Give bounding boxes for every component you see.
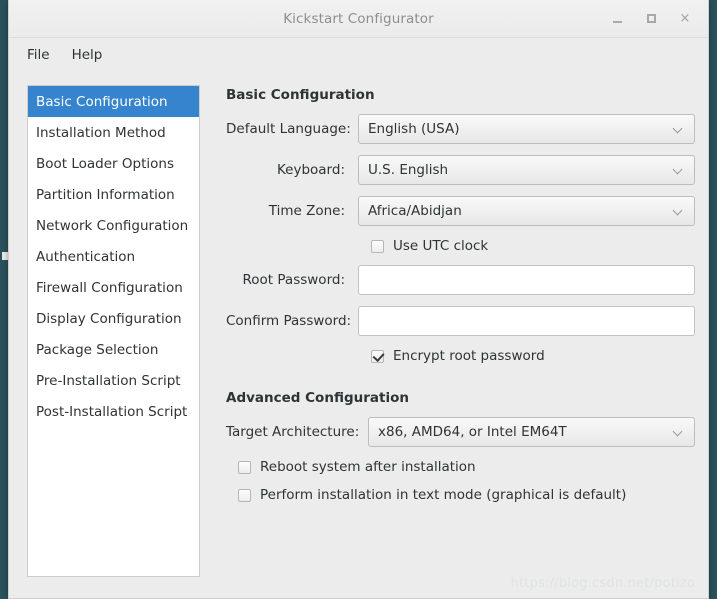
- encrypt-root-password-checkbox[interactable]: [371, 350, 384, 363]
- use-utc-clock-label: Use UTC clock: [393, 238, 488, 254]
- menu-bar: File Help: [9, 38, 708, 71]
- time-zone-label: Time Zone:: [226, 203, 358, 219]
- sidebar-item-label: Authentication: [36, 249, 135, 265]
- sidebar-item-package-selection[interactable]: Package Selection: [28, 334, 199, 365]
- target-architecture-value: x86, AMD64, or Intel EM64T: [378, 424, 674, 440]
- basic-configuration-heading: Basic Configuration: [226, 87, 695, 103]
- close-button[interactable]: ×: [668, 4, 702, 34]
- text-mode-installation-row[interactable]: Perform installation in text mode (graph…: [226, 487, 695, 503]
- reboot-after-installation-checkbox[interactable]: [238, 461, 251, 474]
- root-password-row: Root Password:: [226, 265, 695, 295]
- text-mode-installation-label: Perform installation in text mode (graph…: [260, 487, 626, 503]
- maximize-icon: [647, 14, 656, 23]
- use-utc-clock-checkbox[interactable]: [371, 240, 384, 253]
- keyboard-value: U.S. English: [368, 162, 674, 178]
- text-mode-installation-checkbox[interactable]: [238, 489, 251, 502]
- chevron-down-icon: [674, 427, 684, 437]
- title-bar[interactable]: Kickstart Configurator ×: [9, 0, 708, 38]
- navigation-list[interactable]: Basic Configuration Installation Method …: [27, 85, 200, 577]
- sidebar-item-pre-installation-script[interactable]: Pre-Installation Script: [28, 365, 199, 396]
- chevron-down-icon: [674, 124, 684, 134]
- time-zone-value: Africa/Abidjan: [368, 203, 674, 219]
- sidebar-item-installation-method[interactable]: Installation Method: [28, 117, 199, 148]
- chevron-down-icon: [674, 206, 684, 216]
- default-language-select[interactable]: English (USA): [358, 114, 695, 144]
- sidebar-item-label: Installation Method: [36, 125, 166, 141]
- sidebar-item-label: Post-Installation Script: [36, 404, 187, 420]
- time-zone-select[interactable]: Africa/Abidjan: [358, 196, 695, 226]
- default-language-label: Default Language:: [226, 121, 358, 137]
- root-password-label: Root Password:: [226, 272, 358, 288]
- confirm-password-input[interactable]: [358, 306, 695, 336]
- target-architecture-row: Target Architecture: x86, AMD64, or Inte…: [226, 417, 695, 447]
- content-area: Basic Configuration Installation Method …: [9, 71, 708, 598]
- sidebar-item-partition-information[interactable]: Partition Information: [28, 179, 199, 210]
- sidebar-item-label: Boot Loader Options: [36, 156, 174, 172]
- window-title: Kickstart Configurator: [283, 11, 434, 27]
- sidebar-item-label: Firewall Configuration: [36, 280, 183, 296]
- confirm-password-row: Confirm Password:: [226, 306, 695, 336]
- sidebar-item-label: Network Configuration: [36, 218, 188, 234]
- time-zone-row: Time Zone: Africa/Abidjan: [226, 196, 695, 226]
- root-password-input[interactable]: [358, 265, 695, 295]
- sidebar-item-label: Pre-Installation Script: [36, 373, 181, 389]
- keyboard-select[interactable]: U.S. English: [358, 155, 695, 185]
- sidebar-item-display-configuration[interactable]: Display Configuration: [28, 303, 199, 334]
- sidebar-item-firewall-configuration[interactable]: Firewall Configuration: [28, 272, 199, 303]
- sidebar-item-post-installation-script[interactable]: Post-Installation Script: [28, 396, 199, 427]
- encrypt-root-password-label: Encrypt root password: [393, 348, 545, 364]
- reboot-after-installation-row[interactable]: Reboot system after installation: [226, 459, 695, 475]
- sidebar-item-label: Package Selection: [36, 342, 158, 358]
- settings-panel: Basic Configuration Default Language: En…: [200, 85, 708, 598]
- target-architecture-label: Target Architecture:: [226, 424, 368, 440]
- target-architecture-select[interactable]: x86, AMD64, or Intel EM64T: [368, 417, 695, 447]
- default-language-row: Default Language: English (USA): [226, 114, 695, 144]
- default-language-value: English (USA): [368, 121, 674, 137]
- encrypt-root-password-row[interactable]: Encrypt root password: [226, 348, 695, 364]
- sidebar-item-authentication[interactable]: Authentication: [28, 241, 199, 272]
- advanced-configuration-heading: Advanced Configuration: [226, 390, 695, 406]
- use-utc-clock-row[interactable]: Use UTC clock: [226, 238, 695, 254]
- sidebar-item-network-configuration[interactable]: Network Configuration: [28, 210, 199, 241]
- chevron-down-icon: [674, 165, 684, 175]
- menu-item-file[interactable]: File: [19, 44, 58, 66]
- keyboard-label: Keyboard:: [226, 162, 358, 178]
- minimize-button[interactable]: [600, 4, 634, 34]
- minimize-icon: [613, 21, 622, 23]
- application-window: Kickstart Configurator × File Help Basic…: [8, 0, 709, 599]
- window-controls: ×: [600, 0, 702, 37]
- menu-item-help[interactable]: Help: [64, 44, 111, 66]
- sidebar-item-label: Basic Configuration: [36, 94, 168, 110]
- reboot-after-installation-label: Reboot system after installation: [260, 459, 476, 475]
- sidebar-item-boot-loader-options[interactable]: Boot Loader Options: [28, 148, 199, 179]
- keyboard-row: Keyboard: U.S. English: [226, 155, 695, 185]
- sidebar-item-basic-configuration[interactable]: Basic Configuration: [28, 86, 199, 117]
- sidebar-item-label: Display Configuration: [36, 311, 182, 327]
- maximize-button[interactable]: [634, 4, 668, 34]
- close-icon: ×: [680, 12, 691, 25]
- confirm-password-label: Confirm Password:: [226, 313, 358, 329]
- sidebar-item-label: Partition Information: [36, 187, 175, 203]
